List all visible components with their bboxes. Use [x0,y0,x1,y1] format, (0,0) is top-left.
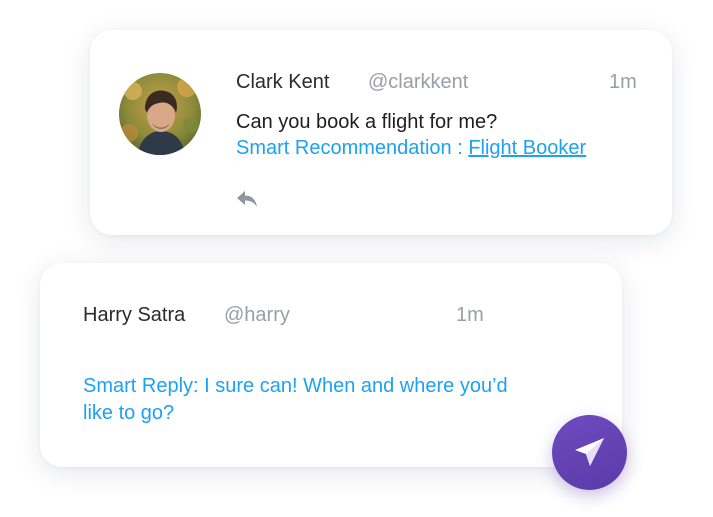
flight-booker-link[interactable]: Flight Booker [468,137,586,159]
sender-handle[interactable]: @clarkkent [368,71,468,94]
incoming-message-card: Clark Kent @clarkkent 1m Can you book a … [90,30,672,235]
send-icon [575,438,604,466]
avatar[interactable] [119,73,201,155]
message-timestamp: 1m [456,304,484,326]
sender-handle[interactable]: @harry [224,304,290,327]
avatar-image [119,73,201,155]
smart-recommendation-label: Smart Recommendation : [236,137,469,159]
message-text: Can you book a flight for me? [236,111,498,133]
sender-name: Clark Kent [236,71,330,93]
chat-stage: Clark Kent @clarkkent 1m Can you book a … [0,0,713,517]
smart-recommendation: Smart Recommendation : Flight Booker [236,137,586,160]
outgoing-reply-card: Harry Satra @harry 1m Smart Reply: I sur… [40,263,622,467]
sender-name: Harry Satra [83,304,186,326]
send-button[interactable] [552,415,627,490]
reply-icon[interactable] [235,188,261,210]
smart-reply-text[interactable]: Smart Reply: I sure can! When and where … [83,373,523,427]
message-timestamp: 1m [609,71,637,93]
